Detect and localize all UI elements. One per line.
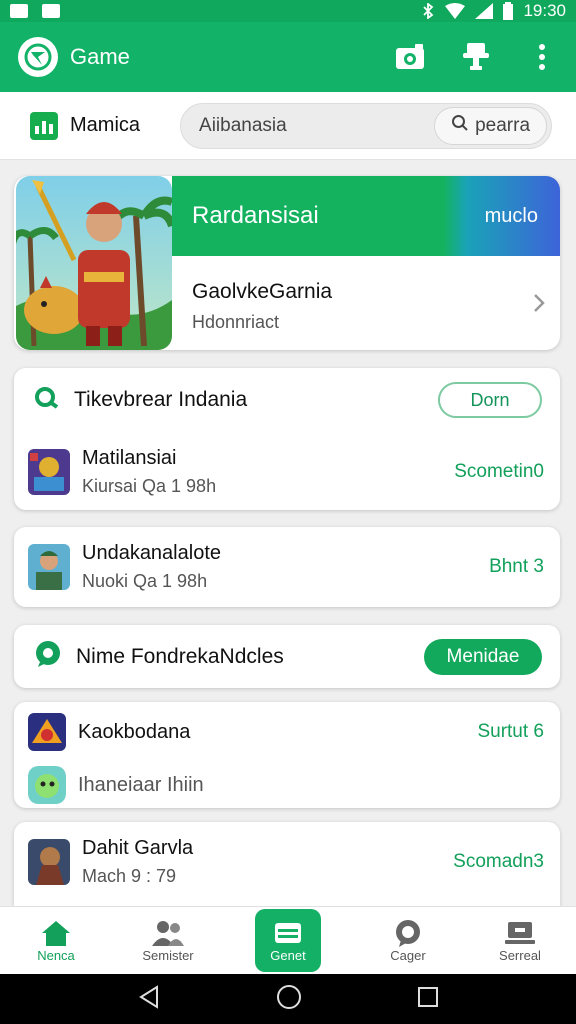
region-label[interactable]: Mamica bbox=[70, 114, 140, 137]
game-meta: Mach 9 : 79 bbox=[82, 866, 177, 886]
chat-icon bbox=[393, 918, 423, 948]
nav-home[interactable]: Nenca bbox=[0, 907, 112, 974]
list-item[interactable]: Ihaneiaar Ihiin bbox=[14, 762, 560, 808]
featured-banner-title: Rardansisai bbox=[192, 202, 319, 229]
search-row: Mamica pearra bbox=[0, 92, 576, 160]
game-status: Scomadn3 bbox=[453, 851, 544, 872]
section-card: Nime FondrekaNdcles Menidae bbox=[14, 625, 560, 688]
game-status: Surtut 6 bbox=[477, 721, 544, 742]
list-item[interactable]: Dahit Garvla Mach 9 : 79 Scomadn3 bbox=[14, 822, 560, 902]
recents-icon[interactable] bbox=[417, 986, 439, 1013]
featured-game-name: GaolvkeGarnia bbox=[192, 280, 333, 303]
section-action-button[interactable]: Menidae bbox=[424, 638, 542, 675]
featured-game-card[interactable]: Rardansisai muclo GaolvkeGarnia Hdonnria… bbox=[14, 176, 560, 350]
nav-games[interactable]: Genet bbox=[255, 909, 321, 972]
game-name: Dahit Garvla bbox=[82, 837, 194, 859]
nav-chat[interactable]: Cager bbox=[352, 907, 464, 974]
nav-label: Genet bbox=[270, 948, 306, 963]
logo-icon[interactable] bbox=[18, 37, 58, 77]
featured-game-subtitle: Hdonnriact bbox=[192, 312, 280, 332]
game-thumbnail bbox=[28, 766, 66, 804]
nav-label: Nenca bbox=[37, 948, 75, 963]
signal-icon bbox=[475, 3, 494, 19]
game-meta: Ihaneiaar Ihiin bbox=[78, 773, 204, 796]
notification-icon bbox=[42, 4, 60, 18]
more-vert-icon[interactable] bbox=[526, 41, 558, 73]
game-thumbnail bbox=[28, 544, 70, 590]
game-meta: Kiursai Qa 1 98h bbox=[82, 476, 217, 496]
game-thumbnail bbox=[28, 839, 70, 885]
section-title: Tikevbrear Indania bbox=[74, 388, 248, 411]
game-thumbnail bbox=[28, 449, 70, 495]
section-card: Tikevbrear Indania Dorn Matilansiai Kiur… bbox=[14, 368, 560, 510]
game-name: Undakanalalote bbox=[82, 542, 221, 564]
status-bar: 19:30 bbox=[0, 0, 576, 22]
search-input[interactable] bbox=[199, 114, 435, 137]
camera-icon[interactable] bbox=[394, 41, 426, 73]
section-action-button[interactable]: Dorn bbox=[438, 382, 542, 418]
system-nav-bar bbox=[0, 974, 576, 1024]
home-icon bbox=[41, 918, 71, 948]
nav-settings[interactable]: Serreal bbox=[464, 907, 576, 974]
bluetooth-icon bbox=[421, 3, 435, 19]
game-meta: Nuoki Qa 1 98h bbox=[82, 571, 208, 591]
search-button-label: pearra bbox=[475, 114, 531, 136]
app-bar: Game bbox=[0, 22, 576, 92]
chevron-right-icon[interactable] bbox=[532, 292, 546, 319]
nav-label: Cager bbox=[390, 948, 426, 963]
search-icon bbox=[34, 386, 60, 415]
list-item[interactable]: Undakanalalote Nuoki Qa 1 98h Bhnt 3 bbox=[14, 527, 560, 607]
section-header: Nime FondrekaNdcles Menidae bbox=[14, 625, 560, 688]
featured-banner: Rardansisai muclo bbox=[172, 176, 560, 256]
notification-icon bbox=[10, 4, 28, 18]
section-title: Nime FondrekaNdcles bbox=[76, 644, 284, 668]
section-header: Tikevbrear Indania Dorn bbox=[14, 368, 560, 432]
location-icon bbox=[34, 640, 62, 673]
list-card: Kaokbodana Surtut 6 Ihaneiaar Ihiin bbox=[14, 702, 560, 808]
list-card: Undakanalalote Nuoki Qa 1 98h Bhnt 3 bbox=[14, 527, 560, 607]
nav-label: Serreal bbox=[499, 948, 541, 963]
laptop-icon bbox=[505, 918, 535, 948]
list-card: Dahit Garvla Mach 9 : 79 Scomadn3 bbox=[14, 822, 560, 906]
back-icon[interactable] bbox=[137, 984, 161, 1014]
game-status: Bhnt 3 bbox=[489, 556, 544, 577]
cards-icon bbox=[274, 918, 302, 948]
status-time: 19:30 bbox=[523, 1, 566, 20]
game-status: Scometin0 bbox=[454, 461, 544, 482]
search-box[interactable]: pearra bbox=[180, 102, 553, 149]
featured-game-artwork bbox=[16, 176, 172, 350]
nav-community[interactable]: Semister bbox=[112, 907, 224, 974]
game-name: Matilansiai bbox=[82, 447, 177, 469]
list-item[interactable]: Kaokbodana Surtut 6 bbox=[14, 702, 560, 762]
game-thumbnail bbox=[28, 713, 66, 751]
search-button[interactable]: pearra bbox=[434, 106, 548, 145]
featured-banner-tag[interactable]: muclo bbox=[485, 205, 538, 228]
people-icon bbox=[152, 918, 184, 948]
app-title: Game bbox=[70, 44, 130, 69]
home-circle-icon[interactable] bbox=[276, 984, 302, 1015]
game-name: Kaokbodana bbox=[78, 720, 191, 743]
wifi-icon bbox=[445, 3, 466, 19]
region-icon[interactable] bbox=[30, 111, 58, 140]
list-item[interactable]: Matilansiai Kiursai Qa 1 98h Scometin0 bbox=[14, 432, 560, 512]
battery-icon bbox=[503, 2, 514, 20]
bottom-nav: Nenca Semister Genet Cager Serreal bbox=[0, 906, 576, 974]
trophy-icon[interactable] bbox=[460, 41, 492, 73]
search-icon bbox=[451, 114, 469, 138]
nav-label: Semister bbox=[142, 948, 194, 963]
